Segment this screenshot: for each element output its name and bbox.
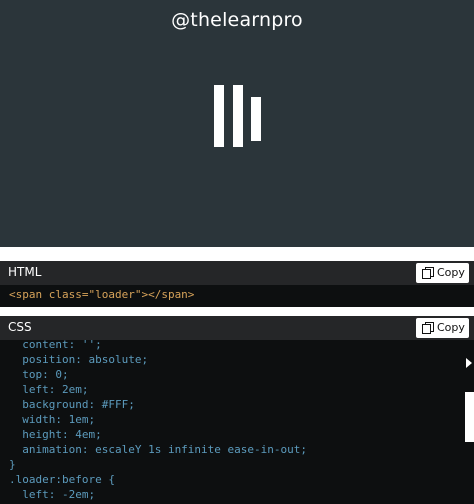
copy-button-label: Copy <box>437 321 465 334</box>
code-line: } <box>9 458 16 471</box>
code-line: width: 1em; <box>9 413 96 426</box>
css-panel-header: CSS Copy <box>0 316 474 340</box>
code-line: top: 0; <box>9 368 69 381</box>
code-line: <span class="loader"></span> <box>9 288 195 301</box>
code-line: background: #FFF; <box>9 398 135 411</box>
code-line: left: 2em; <box>9 383 89 396</box>
loader-bar-right <box>251 97 261 141</box>
loader-bar-middle <box>233 85 243 147</box>
watermark-text: @thelearnpro <box>171 9 303 31</box>
code-line: .loader:before { <box>9 473 115 486</box>
animation-preview: @thelearnpro <box>0 0 474 247</box>
code-line: position: absolute; <box>9 353 149 366</box>
css-code-block[interactable]: content: ''; position: absolute; top: 0;… <box>0 340 474 504</box>
html-panel-title: HTML <box>8 265 42 279</box>
html-panel-header: HTML Copy <box>0 261 474 285</box>
code-line: height: 4em; <box>9 428 102 441</box>
copy-icon <box>422 322 434 334</box>
code-line: animation: escaleY 1s infinite ease-in-o… <box>9 443 308 456</box>
css-panel-title: CSS <box>8 320 32 334</box>
html-code-block[interactable]: <span class="loader"></span> <box>0 285 474 307</box>
code-line: left: -2em; <box>9 488 96 501</box>
mouse-cursor-icon <box>466 358 472 368</box>
scrollbar-thumb[interactable] <box>465 392 474 442</box>
loader-bar-left <box>214 85 224 147</box>
code-line: content: ''; <box>9 340 102 351</box>
css-copy-button[interactable]: Copy <box>416 318 469 338</box>
html-copy-button[interactable]: Copy <box>416 263 469 283</box>
copy-button-label: Copy <box>437 266 465 279</box>
copy-icon <box>422 267 434 279</box>
